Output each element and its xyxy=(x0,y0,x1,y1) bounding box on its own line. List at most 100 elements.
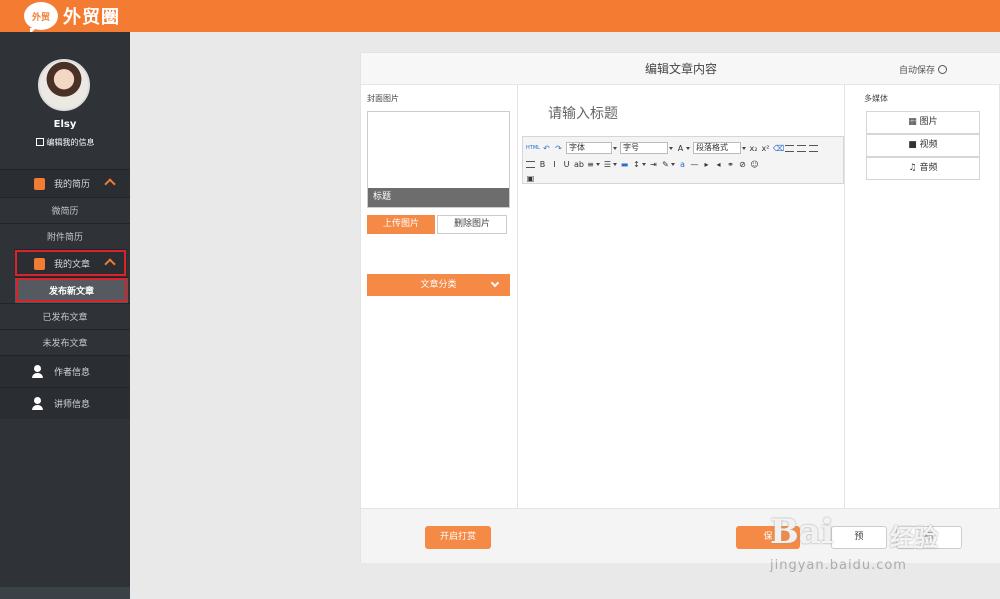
highlight-icon[interactable]: ✎ xyxy=(661,160,670,169)
lecturer-icon xyxy=(32,396,46,411)
caret-down-icon xyxy=(671,162,675,166)
avatar[interactable] xyxy=(38,59,90,111)
author-icon xyxy=(32,364,46,379)
sidebar-item-publish-new-article[interactable]: 发布新文章 xyxy=(15,277,128,303)
caret-down-icon xyxy=(613,162,617,166)
indent-icon[interactable]: ⇥ xyxy=(649,160,658,169)
sidebar-item-micro-resume[interactable]: 微简历 xyxy=(0,197,130,223)
superscript-icon[interactable]: x² xyxy=(761,144,770,153)
chevron-up-icon xyxy=(104,258,116,270)
clock-icon xyxy=(938,65,948,74)
delete-image-button[interactable]: 删除图片 xyxy=(437,215,507,234)
sidebar: Elsy 编辑我的信息 我的简历 微简历 附件简历 我的文章 发布新文章 已发布… xyxy=(0,32,130,599)
redo-icon[interactable]: ↷ xyxy=(554,144,563,153)
align-left-icon[interactable] xyxy=(785,144,794,152)
ltr-icon[interactable]: ▸ xyxy=(702,160,711,169)
panel-header: 编辑文章内容 自动保存 xyxy=(361,53,1000,85)
size-select-label: 字号 xyxy=(623,143,639,152)
title-input[interactable]: 请输入标题 xyxy=(548,103,618,123)
unordered-list-icon[interactable]: ☰ xyxy=(603,160,612,169)
underline-icon[interactable]: U xyxy=(562,160,571,169)
insert-image-button[interactable]: ▦ 图片 xyxy=(866,111,980,134)
sidebar-item-published-articles[interactable]: 已发布文章 xyxy=(0,303,130,329)
insert-video-button[interactable]: ■ 视频 xyxy=(866,134,980,157)
sidebar-item-author-info[interactable]: 作者信息 xyxy=(0,355,130,387)
link-icon[interactable]: ⚭ xyxy=(726,160,735,169)
sidebar-item-label: 我的简历 xyxy=(54,180,91,190)
category-label: 文章分类 xyxy=(420,280,457,290)
editor-toolbar: HTML ↶ ↷ 字体 字号 A 段落格式 x₂ x² ⌫ B I U ab ≡… xyxy=(522,136,844,184)
paragraph-format-select[interactable]: 段落格式 xyxy=(693,142,741,154)
chevron-up-icon xyxy=(104,178,116,190)
user-name: Elsy xyxy=(53,119,77,130)
sidebar-item-lecturer-info[interactable]: 讲师信息 xyxy=(0,387,130,419)
caret-down-icon xyxy=(686,146,690,150)
divider-icon[interactable]: — xyxy=(690,160,699,169)
logo[interactable]: 外贸 外贸圈 xyxy=(24,2,120,34)
ordered-list-icon[interactable]: ≡ xyxy=(586,160,595,169)
text-box-icon[interactable]: a xyxy=(678,160,687,169)
autosave-toggle[interactable]: 自动保存 xyxy=(899,63,948,76)
sidebar-item-attachment-resume[interactable]: 附件简历 xyxy=(0,223,130,249)
watermark-url: jingyan.baidu.com xyxy=(770,558,907,573)
para-select-label: 段落格式 xyxy=(696,143,728,152)
sidebar-item-label: 讲师信息 xyxy=(54,400,91,410)
resume-icon xyxy=(34,177,45,190)
cover-image-label: 封面图片 xyxy=(367,94,399,103)
logo-text: 外贸圈 xyxy=(63,7,120,28)
sidebar-item-unpublished-articles[interactable]: 未发布文章 xyxy=(0,329,130,355)
editor-column: 请输入标题 HTML ↶ ↷ 字体 字号 A 段落格式 x₂ x² ⌫ B I xyxy=(517,85,845,522)
undo-icon[interactable]: ↶ xyxy=(542,144,551,153)
film-icon: ▦ xyxy=(908,117,920,127)
align-center-icon[interactable] xyxy=(526,160,535,168)
watermark-text: 经验 xyxy=(890,524,938,552)
baidu-watermark: Bai 经验 jingyan.baidu.com xyxy=(770,496,970,576)
top-bar: 外贸 外贸圈 xyxy=(0,0,1000,34)
image-insert-icon[interactable]: ▣ xyxy=(526,174,535,183)
caret-down-icon xyxy=(642,162,646,166)
align-justify-icon[interactable] xyxy=(809,144,818,152)
bold-icon[interactable]: B xyxy=(538,160,547,169)
upload-image-button[interactable]: 上传图片 xyxy=(367,215,435,234)
toolbar-row: B I U ab ≡ ☰ ▬ ↕ ⇥ ✎ a — ▸ ◂ ⚭ ⊘ ☺ xyxy=(526,157,759,171)
chevron-down-icon xyxy=(490,278,500,288)
edit-info-link[interactable]: 编辑我的信息 xyxy=(0,137,130,148)
sidebar-item-my-resume[interactable]: 我的简历 xyxy=(0,169,130,197)
sidebar-menu: 我的简历 微简历 附件简历 我的文章 发布新文章 已发布文章 未发布文章 作者信… xyxy=(0,169,130,419)
strikethrough-icon[interactable]: ab xyxy=(574,160,584,169)
align-right-icon[interactable] xyxy=(797,144,806,152)
edit-info-label: 编辑我的信息 xyxy=(46,138,95,147)
italic-icon[interactable]: I xyxy=(550,160,559,169)
sidebar-item-my-articles[interactable]: 我的文章 xyxy=(14,249,127,277)
subscript-icon[interactable]: x₂ xyxy=(749,144,758,153)
cover-image-preview[interactable]: 标题 xyxy=(367,111,510,208)
sidebar-footer xyxy=(0,587,130,599)
enable-reward-button[interactable]: 开启打赏 xyxy=(425,526,491,549)
music-note-icon: ♫ xyxy=(908,163,920,173)
toolbar-row: ▣ xyxy=(526,171,535,185)
line-height-icon[interactable]: ↕ xyxy=(632,160,641,169)
toolbar-row: HTML ↶ ↷ 字体 字号 A 段落格式 x₂ x² ⌫ xyxy=(526,141,818,155)
insert-audio-button[interactable]: ♫ 音频 xyxy=(866,157,980,180)
caret-down-icon xyxy=(596,162,600,166)
insert-video-label: 视频 xyxy=(919,140,938,150)
rtl-icon[interactable]: ◂ xyxy=(714,160,723,169)
unlink-icon[interactable]: ⊘ xyxy=(738,160,747,169)
eraser-icon[interactable]: ⌫ xyxy=(773,144,784,153)
watermark-logo: Bai xyxy=(770,512,834,552)
logo-badge: 外贸 xyxy=(24,2,58,34)
font-family-select[interactable]: 字体 xyxy=(566,142,612,154)
content-editor-area[interactable] xyxy=(522,184,844,518)
font-size-select[interactable]: 字号 xyxy=(620,142,668,154)
video-camera-icon: ■ xyxy=(908,140,920,150)
font-color-icon[interactable]: A xyxy=(676,144,685,153)
horizontal-rule-icon[interactable]: ▬ xyxy=(620,160,629,169)
caret-down-icon xyxy=(742,146,746,150)
html-source-button[interactable]: HTML xyxy=(526,144,540,153)
multimedia-label: 多媒体 xyxy=(864,94,888,103)
article-category-select[interactable]: 文章分类 xyxy=(367,274,510,296)
sidebar-item-label: 我的文章 xyxy=(54,260,91,270)
caret-down-icon xyxy=(613,146,617,150)
font-select-label: 字体 xyxy=(569,143,585,152)
emoji-icon[interactable]: ☺ xyxy=(750,160,759,169)
